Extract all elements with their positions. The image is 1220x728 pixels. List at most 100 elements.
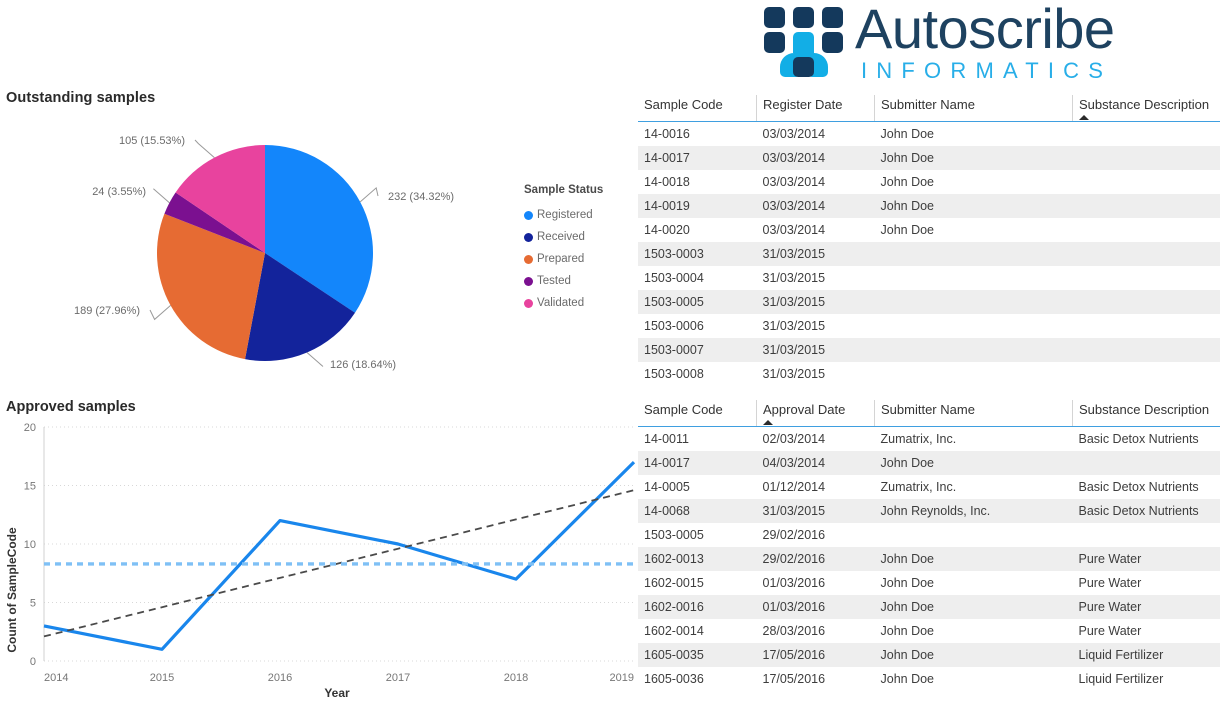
cell-submitter-name bbox=[875, 242, 1073, 266]
table-row[interactable]: 14-0018 03/03/2014 John Doe bbox=[638, 170, 1220, 194]
legend-item-prepared[interactable]: Prepared bbox=[524, 248, 634, 270]
cell-submitter-name: John Reynolds, Inc. bbox=[880, 503, 991, 518]
table-row[interactable]: 1503-0005 31/03/2015 bbox=[638, 289, 1220, 314]
legend-item-validated[interactable]: Validated bbox=[524, 292, 634, 314]
pie-label-received: 126 (18.64%) bbox=[330, 359, 396, 371]
autoscribe-grid-logo-icon bbox=[764, 7, 843, 77]
legend-label: Tested bbox=[537, 275, 571, 287]
line-chart-title: Approved samples bbox=[6, 399, 136, 415]
cell-sample-code: 1503-0008 bbox=[644, 366, 704, 381]
column-header-substance-description[interactable]: Substance Description bbox=[1072, 95, 1220, 122]
cell-register-date: 03/03/2014 bbox=[762, 174, 826, 189]
pie-label-prepared: 189 (27.96%) bbox=[74, 305, 140, 317]
cell-register-date: 03/03/2014 bbox=[762, 150, 826, 165]
cell-substance-description: Basic Detox Nutrients bbox=[1078, 503, 1199, 518]
cell-submitter-name: John Doe bbox=[880, 575, 935, 590]
table-row[interactable]: 14-0020 03/03/2014 John Doe bbox=[638, 218, 1220, 242]
cell-approval-date: 29/02/2016 bbox=[762, 527, 826, 542]
cell-sample-code: 1602-0016 bbox=[644, 599, 704, 614]
column-header-submitter-name[interactable]: Submitter Name bbox=[874, 400, 1073, 427]
cell-sample-code: 1503-0007 bbox=[644, 342, 704, 357]
table-row[interactable]: 1503-0005 29/02/2016 bbox=[638, 523, 1220, 547]
table-row[interactable]: 1503-0003 31/03/2015 bbox=[638, 241, 1220, 266]
x-tick-label: 2018 bbox=[504, 672, 528, 684]
table-header-row: Sample Code Approval Date Submitter Name Su… bbox=[638, 400, 1220, 427]
column-header-label: Approval Date bbox=[763, 402, 846, 417]
x-tick-label: 2017 bbox=[386, 672, 410, 684]
legend-item-received[interactable]: Received bbox=[524, 226, 634, 248]
approved-samples-table[interactable]: Sample Code Approval Date Submitter Name Su… bbox=[638, 400, 1220, 691]
gridlines bbox=[43, 426, 634, 662]
table-row[interactable]: 1605-0036 17/05/2016 John Doe Liquid Fertil… bbox=[638, 667, 1220, 691]
cell-substance-description bbox=[1073, 362, 1220, 386]
cell-sample-code: 1602-0014 bbox=[644, 623, 704, 638]
cell-register-date: 03/03/2014 bbox=[762, 222, 826, 237]
series-count-of-samplecode[interactable] bbox=[43, 460, 636, 651]
table-row[interactable]: 14-0017 04/03/2014 John Doe bbox=[638, 450, 1220, 475]
table-row[interactable]: 14-0019 03/03/2014 John Doe bbox=[638, 193, 1220, 218]
table-row[interactable]: 1503-0007 31/03/2015 bbox=[638, 337, 1220, 362]
table-row[interactable]: 1503-0006 31/03/2015 bbox=[638, 314, 1220, 338]
table-row[interactable]: 1503-0008 31/03/2015 bbox=[638, 362, 1220, 386]
cell-substance-description: Pure Water bbox=[1078, 599, 1142, 614]
cell-submitter-name: Zumatrix, Inc. bbox=[880, 431, 957, 446]
cell-submitter-name bbox=[875, 338, 1073, 362]
table-row[interactable]: 14-0016 03/03/2014 John Doe bbox=[638, 122, 1220, 146]
cell-sample-code: 1602-0013 bbox=[644, 551, 704, 566]
table-row[interactable]: 1602-0015 01/03/2016 John Doe Pure Water bbox=[638, 571, 1220, 595]
table-row[interactable]: 14-0005 01/12/2014 Zumatrix, Inc. Basic Det… bbox=[638, 475, 1220, 499]
cell-approval-date: 17/05/2016 bbox=[762, 647, 826, 662]
cell-substance-description: Basic Detox Nutrients bbox=[1078, 479, 1199, 494]
cell-substance-description: Pure Water bbox=[1078, 551, 1142, 566]
table-row[interactable]: 1503-0004 31/03/2015 bbox=[638, 266, 1220, 290]
column-header-sample-code[interactable]: Sample Code bbox=[638, 400, 757, 427]
cell-substance-description bbox=[1073, 266, 1220, 290]
line-series[interactable] bbox=[43, 460, 636, 651]
column-header-sample-code[interactable]: Sample Code bbox=[638, 95, 757, 122]
autoscribe-logo: Autoscribe INFORMATICS bbox=[755, 0, 1155, 86]
cell-sample-code: 14-0016 bbox=[644, 126, 690, 141]
cell-submitter-name bbox=[875, 290, 1073, 314]
cell-submitter-name: John Doe bbox=[880, 551, 935, 566]
column-header-register-date[interactable]: Register Date bbox=[756, 95, 875, 122]
legend-title: Sample Status bbox=[524, 184, 604, 196]
legend-swatch-icon bbox=[524, 232, 533, 242]
cell-register-date: 03/03/2014 bbox=[762, 126, 826, 141]
column-header-submitter-name[interactable]: Submitter Name bbox=[874, 95, 1073, 122]
y-tick-label: 10 bbox=[24, 539, 36, 551]
cell-submitter-name: John Doe bbox=[880, 647, 935, 662]
column-header-substance-description[interactable]: Substance Description bbox=[1072, 400, 1220, 427]
column-header-approval-date[interactable]: Approval Date bbox=[756, 400, 875, 427]
leader-line bbox=[149, 305, 171, 321]
cell-sample-code: 1602-0015 bbox=[644, 575, 704, 590]
table-row[interactable]: 14-0011 02/03/2014 Zumatrix, Inc. Basic Det… bbox=[638, 427, 1220, 451]
table-row[interactable]: 1602-0013 29/02/2016 John Doe Pure Water bbox=[638, 546, 1220, 571]
cell-approval-date: 17/05/2016 bbox=[762, 671, 826, 686]
table-row[interactable]: 1605-0035 17/05/2016 John Doe Liquid Fertil… bbox=[638, 642, 1220, 667]
column-header-label: Substance Description bbox=[1079, 97, 1210, 112]
legend-item-tested[interactable]: Tested bbox=[524, 270, 634, 292]
y-axis-ticks: 0 5 10 15 20 bbox=[24, 422, 36, 668]
pie-slices[interactable] bbox=[157, 145, 374, 362]
table-row[interactable]: 14-0068 31/03/2015 John Reynolds, Inc. Basi… bbox=[638, 498, 1220, 523]
cell-submitter-name: John Doe bbox=[880, 455, 935, 470]
table-row[interactable]: 1602-0014 28/03/2016 John Doe Pure Water bbox=[638, 619, 1220, 643]
legend-item-registered[interactable]: Registered bbox=[524, 204, 634, 226]
cell-submitter-name bbox=[875, 266, 1073, 290]
cell-sample-code: 1605-0036 bbox=[644, 671, 704, 686]
leader-line bbox=[194, 139, 215, 158]
cell-approval-date: 01/03/2016 bbox=[762, 599, 826, 614]
cell-substance-description bbox=[1073, 338, 1220, 362]
pie-legend: Sample Status Registered Received Prepared… bbox=[524, 184, 634, 314]
table-row[interactable]: 14-0017 03/03/2014 John Doe bbox=[638, 145, 1220, 170]
cell-substance-description: Pure Water bbox=[1078, 623, 1142, 638]
legend-rows: Registered Received Prepared Tested Validate… bbox=[524, 204, 634, 314]
pie-chart-title: Outstanding samples bbox=[6, 90, 156, 106]
cell-submitter-name bbox=[875, 523, 1073, 547]
cell-approval-date: 29/02/2016 bbox=[762, 551, 826, 566]
cell-sample-code: 1605-0035 bbox=[644, 647, 704, 662]
cell-sample-code: 14-0019 bbox=[644, 198, 690, 213]
outstanding-samples-table[interactable]: Sample Code Register Date Submitter Name Su… bbox=[638, 95, 1220, 386]
table-row[interactable]: 1602-0016 01/03/2016 John Doe Pure Water bbox=[638, 594, 1220, 619]
y-tick-label: 20 bbox=[24, 422, 36, 434]
